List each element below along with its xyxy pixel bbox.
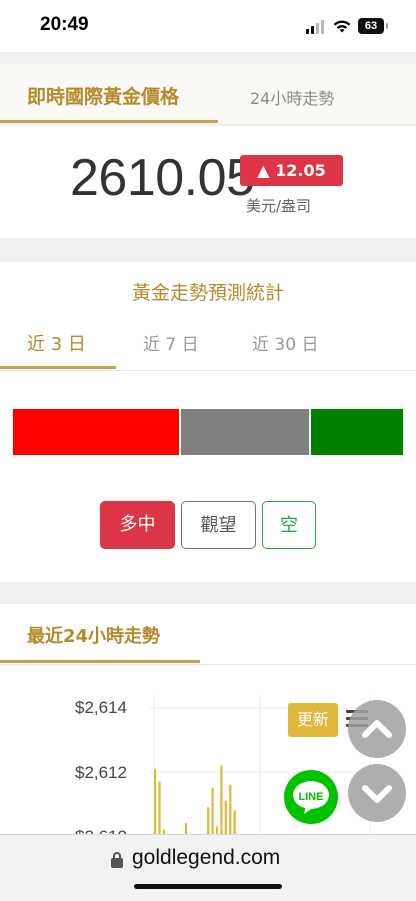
gold-price-value: 2610.05: [70, 149, 255, 207]
bear-ratio-bar: [311, 409, 403, 455]
lock-icon: [111, 852, 123, 868]
neutral-button[interactable]: 觀望: [181, 501, 256, 549]
bull-ratio-bar: [13, 409, 179, 455]
stats-tab-underline: [0, 366, 116, 369]
chart-title: 最近24小時走勢: [27, 626, 161, 647]
cellular-signal-icon: [306, 20, 326, 34]
status-bar: 20:49 63: [0, 0, 416, 52]
divider: [0, 664, 416, 665]
url-text[interactable]: goldlegend.com: [132, 846, 280, 870]
forecast-stats-card: 黃金走勢預測統計 近 3 日 近 7 日 近 30 日 多中 觀望 空: [0, 262, 416, 582]
wifi-icon: [333, 20, 351, 33]
price-card: 2610.05 ▲ 12.05 美元/盎司: [0, 126, 416, 238]
bear-button[interactable]: 空: [262, 501, 316, 549]
price-unit: 美元/盎司: [246, 197, 312, 215]
price-change-badge: ▲ 12.05: [240, 155, 343, 186]
tab-24h-trend[interactable]: 24小時走勢: [250, 85, 334, 109]
y-tick-label: $2,614: [75, 698, 127, 717]
battery-icon: 63: [358, 18, 384, 34]
price-bar: [154, 768, 157, 844]
refresh-button[interactable]: 更新: [288, 703, 338, 737]
divider: [0, 370, 416, 371]
scroll-down-button[interactable]: [348, 764, 406, 822]
bull-button[interactable]: 多中: [100, 501, 175, 549]
stats-title: 黃金走勢預測統計: [131, 282, 284, 304]
chevron-down-icon: [362, 785, 392, 803]
tab-7-days[interactable]: 近 7 日: [143, 330, 199, 355]
tab-live-price[interactable]: 即時國際黃金價格: [27, 82, 179, 109]
line-icon: LINE: [293, 781, 329, 814]
battery-tip: [386, 23, 388, 29]
price-bar: [220, 765, 223, 844]
browser-url-bar[interactable]: goldlegend.com: [0, 834, 416, 901]
line-share-button[interactable]: LINE: [284, 770, 338, 824]
tab-active-underline: [0, 120, 218, 123]
status-time: 20:49: [40, 14, 89, 35]
scroll-up-button[interactable]: [348, 700, 406, 758]
neutral-ratio-bar: [181, 409, 309, 455]
price-tabs: 即時國際黃金價格 24小時走勢: [0, 64, 416, 124]
line-label: LINE: [298, 791, 323, 803]
chart-title-underline: [0, 660, 200, 663]
chevron-up-icon: [362, 720, 392, 738]
tab-3-days[interactable]: 近 3 日: [27, 330, 86, 356]
y-tick-label: $2,612: [75, 763, 127, 782]
home-indicator: [134, 884, 282, 889]
tab-30-days[interactable]: 近 30 日: [252, 330, 318, 355]
